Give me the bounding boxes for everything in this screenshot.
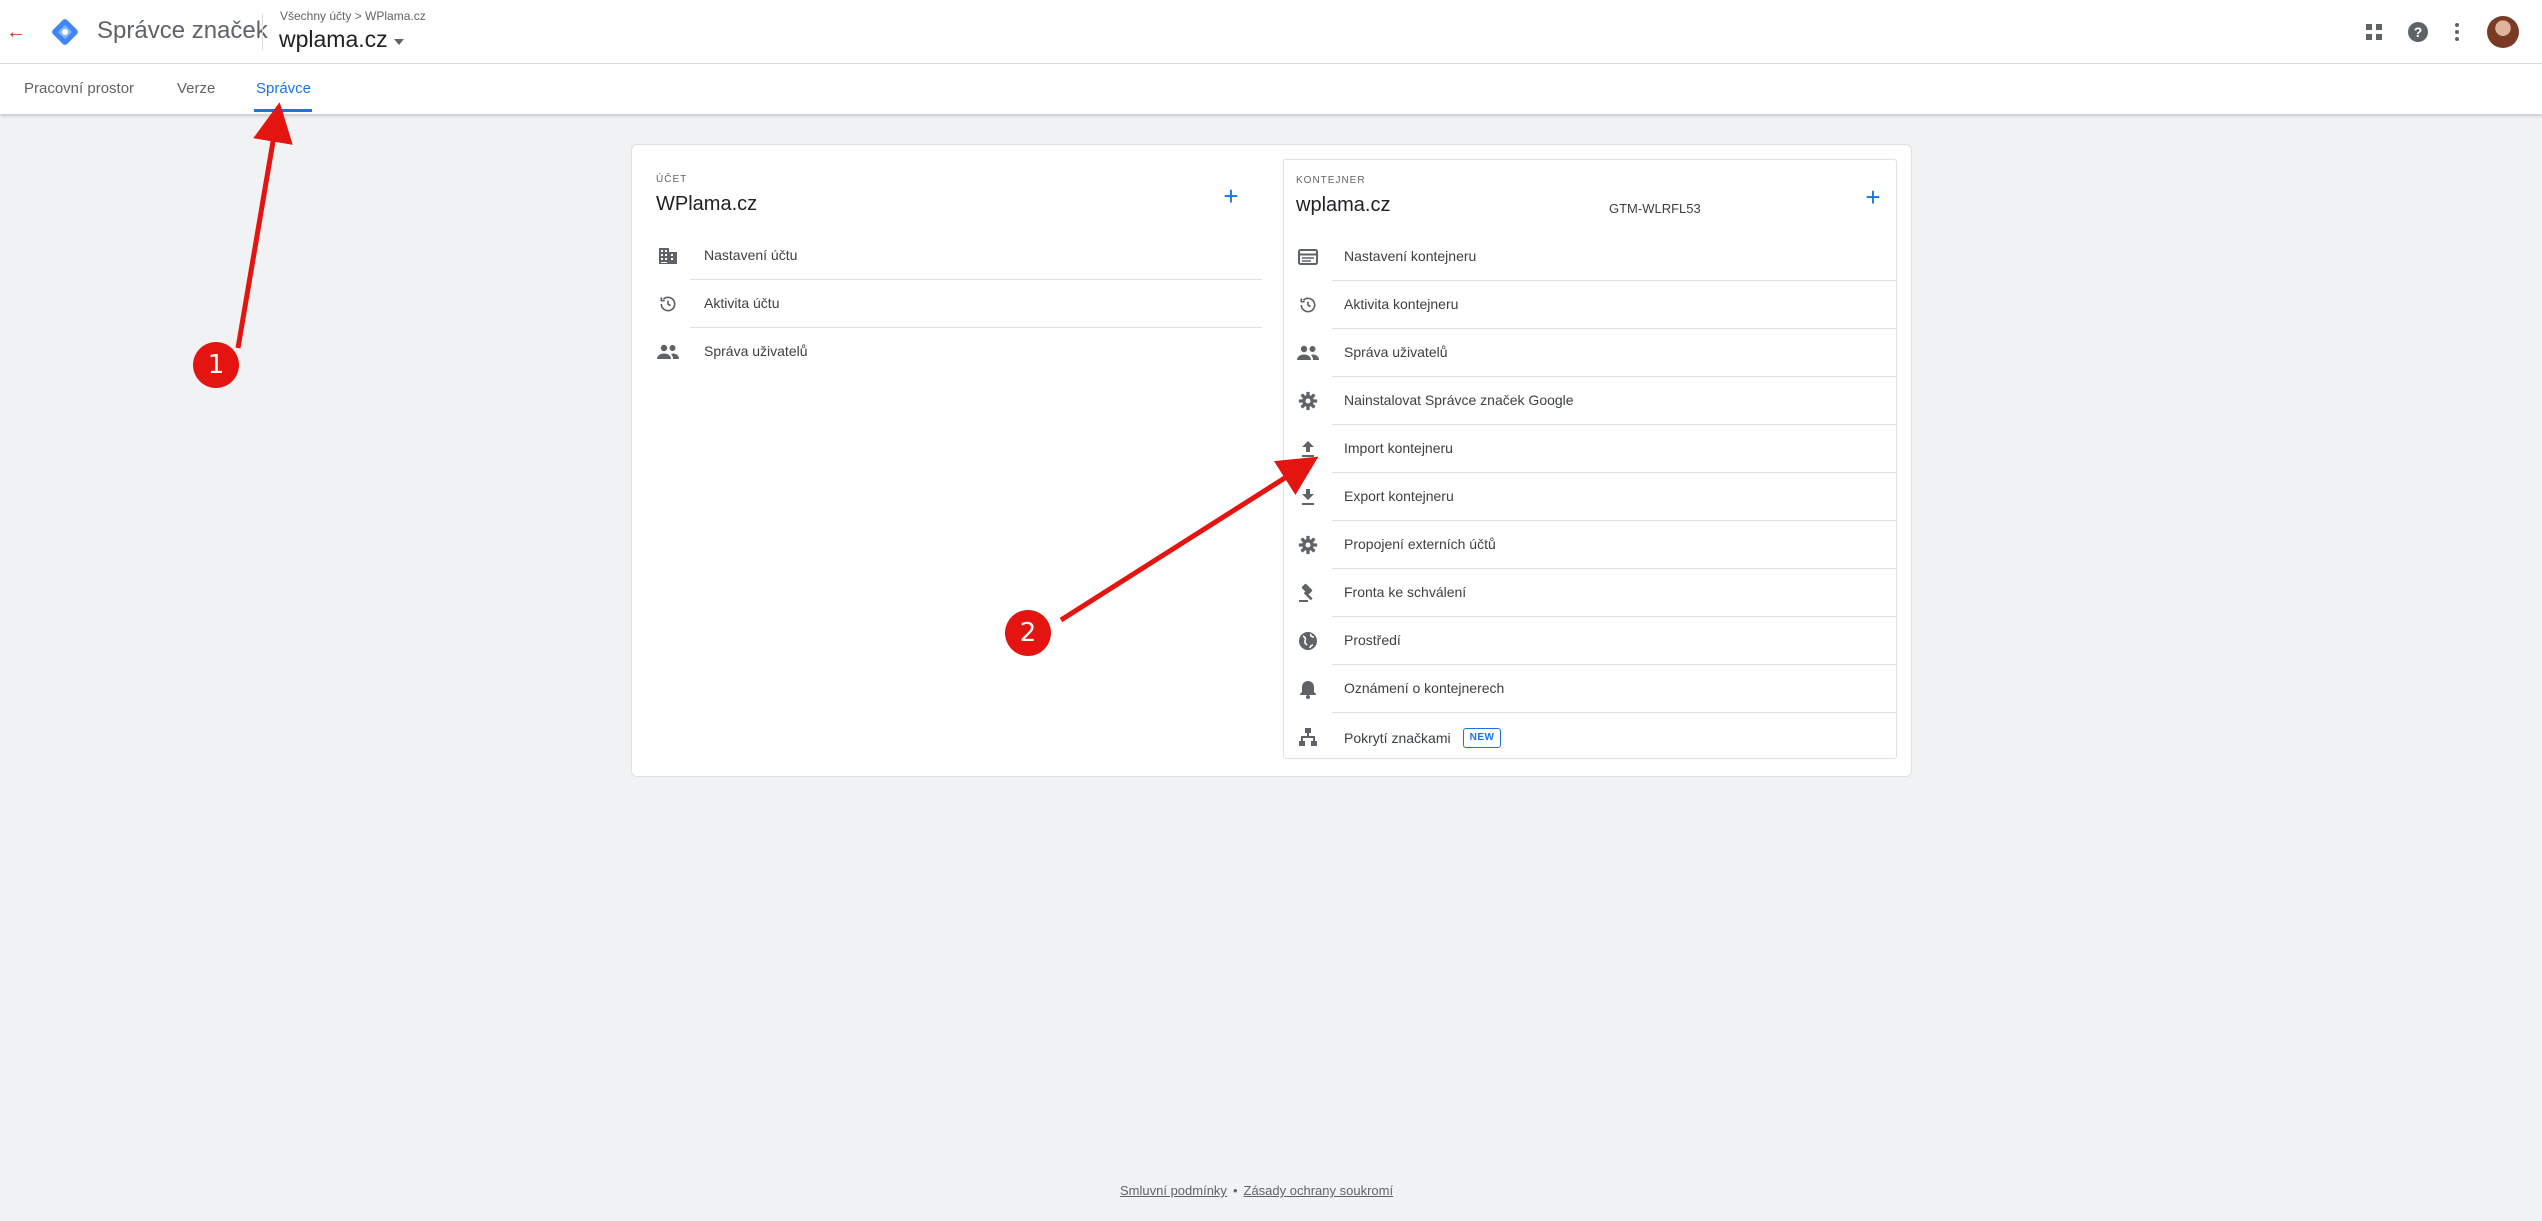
container-selector-label: wplama.cz bbox=[279, 26, 388, 52]
account-section-label: ÚČET bbox=[656, 174, 688, 185]
tag-coverage-item[interactable]: Pokrytí značkami NEW bbox=[1284, 713, 1896, 761]
annotation-arrow-1 bbox=[235, 102, 293, 349]
menu-item-label: Prostředí bbox=[1344, 632, 1401, 648]
menu-item-label: Nainstalovat Správce značek Google bbox=[1344, 392, 1574, 408]
account-menu: Nastavení účtu Aktivita účtu Správa uživ… bbox=[644, 232, 1274, 376]
upload-icon bbox=[1296, 437, 1320, 461]
sitemap-icon bbox=[1296, 725, 1320, 749]
container-menu: Nastavení kontejneru Aktivita kontejneru bbox=[1284, 233, 1896, 761]
container-settings-item[interactable]: Nastavení kontejneru bbox=[1284, 233, 1896, 281]
bell-icon bbox=[1296, 677, 1320, 701]
app-title[interactable]: Správce značek bbox=[97, 17, 268, 45]
chevron-down-icon bbox=[393, 38, 404, 45]
gear-icon bbox=[1296, 533, 1320, 557]
new-badge: NEW bbox=[1462, 728, 1502, 748]
globe-icon bbox=[1296, 629, 1320, 653]
account-user-management-item[interactable]: Správa uživatelů bbox=[644, 328, 1274, 376]
app-header: ← Správce značek Všechny účty > WPlama.c… bbox=[0, 0, 2542, 64]
privacy-link[interactable]: Zásady ochrany soukromí bbox=[1244, 1183, 1394, 1198]
tag-manager-logo-icon bbox=[52, 19, 78, 45]
footer: Smluvní podmínky • Zásady ochrany soukromí bbox=[1120, 1183, 1393, 1198]
account-settings-item[interactable]: Nastavení účtu bbox=[644, 232, 1274, 280]
gear-icon bbox=[1296, 389, 1320, 413]
container-selector[interactable]: wplama.cz bbox=[279, 26, 404, 53]
annotation-marker-2: 2 bbox=[1005, 610, 1051, 656]
tab-workspace[interactable]: Pracovní prostor bbox=[24, 80, 134, 97]
terms-link[interactable]: Smluvní podmínky bbox=[1120, 1183, 1227, 1198]
menu-item-label: Oznámení o kontejnerech bbox=[1344, 680, 1505, 696]
footer-separator: • bbox=[1232, 1183, 1238, 1198]
approval-queue-item[interactable]: Fronta ke schválení bbox=[1284, 569, 1896, 617]
add-account-button[interactable]: + bbox=[1218, 183, 1244, 210]
active-tab-indicator bbox=[254, 109, 312, 112]
menu-item-label: Import kontejneru bbox=[1344, 440, 1453, 456]
export-container-item[interactable]: Export kontejneru bbox=[1284, 473, 1896, 521]
container-section-label: KONTEJNER bbox=[1296, 175, 1366, 186]
window-icon bbox=[1296, 245, 1320, 269]
menu-item-text: Pokrytí značkami bbox=[1344, 730, 1451, 746]
annotation-marker-1: 1 bbox=[193, 342, 239, 388]
svg-text:?: ? bbox=[2414, 24, 2423, 40]
menu-item-label: Nastavení účtu bbox=[704, 247, 798, 263]
container-activity-item[interactable]: Aktivita kontejneru bbox=[1284, 281, 1896, 329]
apps-grid-icon[interactable] bbox=[2360, 18, 2388, 46]
tab-bar: Pracovní prostor Verze Správce bbox=[0, 64, 2542, 114]
help-icon[interactable]: ? bbox=[2404, 18, 2432, 46]
menu-item-label: Správa uživatelů bbox=[1344, 344, 1448, 360]
add-container-button[interactable]: + bbox=[1860, 184, 1886, 211]
admin-card: ÚČET WPlama.cz + Nastavení účtu Aktivita… bbox=[631, 144, 1912, 777]
container-user-management-item[interactable]: Správa uživatelů bbox=[1284, 329, 1896, 377]
download-icon bbox=[1296, 485, 1320, 509]
breadcrumb[interactable]: Všechny účty > WPlama.cz bbox=[280, 9, 426, 23]
tab-admin[interactable]: Správce bbox=[256, 80, 311, 97]
container-section: KONTEJNER wplama.cz GTM-WLRFL53 + Nastav… bbox=[1283, 159, 1897, 759]
environments-item[interactable]: Prostředí bbox=[1284, 617, 1896, 665]
header-divider bbox=[262, 14, 263, 50]
menu-item-label: Aktivita účtu bbox=[704, 295, 780, 311]
account-section: ÚČET WPlama.cz + Nastavení účtu Aktivita… bbox=[644, 159, 1274, 759]
building-icon bbox=[656, 244, 680, 268]
container-name: wplama.cz bbox=[1296, 194, 1391, 216]
avatar[interactable] bbox=[2487, 16, 2519, 48]
gavel-icon bbox=[1296, 581, 1320, 605]
menu-item-label: Aktivita kontejneru bbox=[1344, 296, 1459, 312]
menu-item-label: Fronta ke schválení bbox=[1344, 584, 1467, 600]
account-name: WPlama.cz bbox=[656, 193, 758, 215]
tab-versions[interactable]: Verze bbox=[177, 80, 215, 97]
history-icon bbox=[656, 292, 680, 316]
container-id: GTM-WLRFL53 bbox=[1609, 201, 1701, 216]
people-icon bbox=[656, 340, 680, 364]
install-gtm-item[interactable]: Nainstalovat Správce značek Google bbox=[1284, 377, 1896, 425]
menu-item-label: Správa uživatelů bbox=[704, 343, 808, 359]
menu-item-label: Nastavení kontejneru bbox=[1344, 248, 1477, 264]
history-icon bbox=[1296, 293, 1320, 317]
import-container-item[interactable]: Import kontejneru bbox=[1284, 425, 1896, 473]
more-vert-icon[interactable] bbox=[2443, 18, 2471, 46]
menu-item-label: Pokrytí značkami NEW bbox=[1344, 728, 1502, 748]
menu-item-label: Propojení externích účtů bbox=[1344, 536, 1496, 552]
people-icon bbox=[1296, 341, 1320, 365]
back-arrow-icon[interactable]: ← bbox=[4, 20, 28, 44]
account-activity-item[interactable]: Aktivita účtu bbox=[644, 280, 1274, 328]
external-accounts-item[interactable]: Propojení externích účtů bbox=[1284, 521, 1896, 569]
menu-item-label: Export kontejneru bbox=[1344, 488, 1454, 504]
container-notifications-item[interactable]: Oznámení o kontejnerech bbox=[1284, 665, 1896, 713]
